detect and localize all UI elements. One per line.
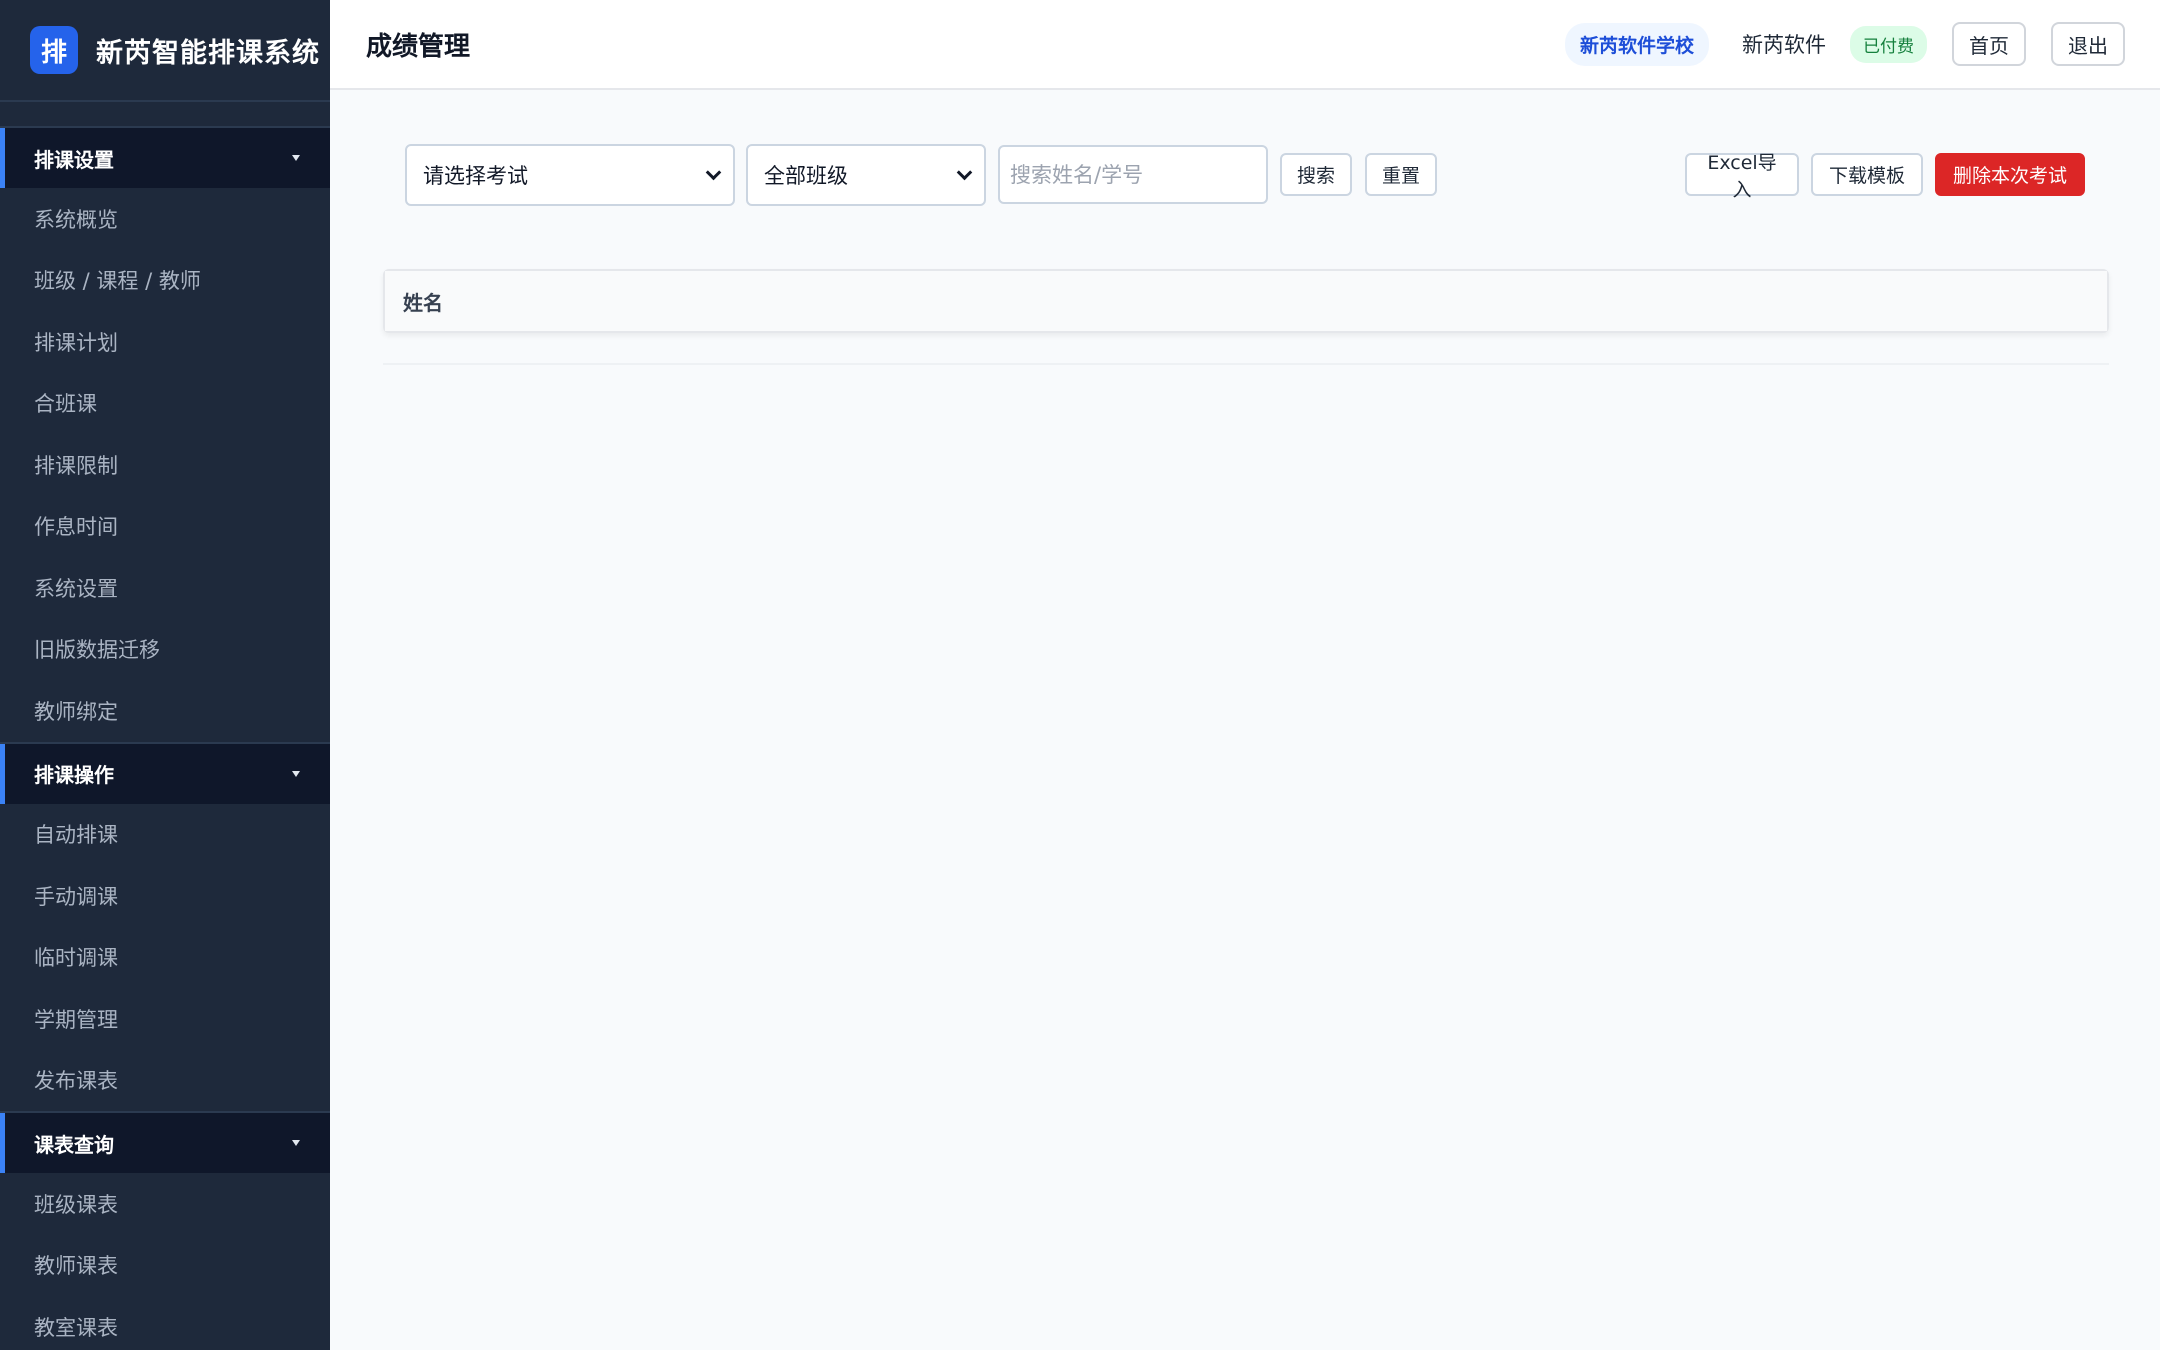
sidebar-item-class-course-teacher[interactable]: 班级 / 课程 / 教师 [0, 250, 330, 312]
nav-header-settings[interactable]: 排课设置 [0, 128, 330, 188]
chevron-down-icon [705, 164, 722, 180]
status-badge: 已付费 [1850, 25, 1927, 63]
sidebar-item-publish[interactable]: 发布课表 [0, 1050, 330, 1112]
sidebar-item-schedule-plan[interactable]: 排课计划 [0, 311, 330, 373]
caret-down-icon [292, 155, 300, 161]
sidebar: 排 新芮智能排课系统 排课设置 系统概览 班级 / 课程 / 教师 排课计划 合… [0, 0, 330, 1350]
toolbar: 请选择考试 全部班级 搜索 重置 Excel导入 下载模板 删除本次考试 [405, 144, 2085, 206]
main-content: 请选择考试 全部班级 搜索 重置 Excel导入 下载模板 删除本次考试 姓名 [330, 91, 2160, 1350]
search-button[interactable]: 搜索 [1280, 153, 1352, 196]
brand-name: 新芮智能排课系统 [96, 37, 320, 69]
topbar: 成绩管理 新芮软件学校 新芮软件 已付费 首页 退出 [330, 0, 2160, 90]
sidebar-item-room-timetable[interactable]: 教室课表 [0, 1296, 330, 1350]
sidebar-item-teacher-timetable[interactable]: 教师课表 [0, 1235, 330, 1297]
delete-exam-button[interactable]: 删除本次考试 [1935, 153, 2085, 196]
table-divider [383, 363, 2109, 365]
school-badge: 新芮软件学校 [1564, 22, 1709, 66]
sidebar-item-constraints[interactable]: 排课限制 [0, 434, 330, 496]
download-template-button[interactable]: 下载模板 [1811, 153, 1923, 196]
sidebar-item-combined-class[interactable]: 合班课 [0, 373, 330, 435]
column-header-name: 姓名 [403, 290, 443, 315]
sidebar-item-manual-adjust[interactable]: 手动调课 [0, 865, 330, 927]
table-header: 姓名 [385, 271, 2107, 331]
exam-select-value: 请选择考试 [423, 164, 528, 188]
nav-section-settings: 排课设置 系统概览 班级 / 课程 / 教师 排课计划 合班课 排课限制 作息时… [0, 126, 330, 742]
sidebar-item-timetable[interactable]: 作息时间 [0, 496, 330, 558]
scores-table: 姓名 [383, 269, 2109, 333]
sidebar-item-teacher-binding[interactable]: 教师绑定 [0, 680, 330, 742]
reset-button[interactable]: 重置 [1365, 153, 1437, 196]
sidebar-item-class-timetable[interactable]: 班级课表 [0, 1173, 330, 1235]
brand-logo: 排 [30, 26, 78, 74]
nav-section-operations: 排课操作 自动排课 手动调课 临时调课 学期管理 发布课表 [0, 741, 330, 1112]
sidebar-item-system-settings[interactable]: 系统设置 [0, 557, 330, 619]
sidebar-item-temp-adjust[interactable]: 临时调课 [0, 927, 330, 989]
nav-section-query: 课表查询 班级课表 教师课表 教室课表 [0, 1111, 330, 1350]
excel-import-button[interactable]: Excel导入 [1685, 152, 1799, 201]
sidebar-item-overview[interactable]: 系统概览 [0, 188, 330, 250]
caret-down-icon [292, 770, 300, 777]
nav-header-query[interactable]: 课表查询 [0, 1113, 330, 1173]
class-select-value: 全部班级 [764, 164, 848, 188]
caret-down-icon [292, 1140, 300, 1146]
exam-select[interactable]: 请选择考试 [405, 144, 735, 206]
chevron-down-icon [956, 164, 973, 180]
brand: 排 新芮智能排课系统 [0, 0, 330, 102]
topbar-right: 新芮软件学校 新芮软件 已付费 首页 退出 [1564, 22, 2125, 66]
home-button[interactable]: 首页 [1952, 22, 2026, 66]
nav-header-label: 排课设置 [34, 147, 114, 172]
sidebar-item-data-migration[interactable]: 旧版数据迁移 [0, 619, 330, 681]
sidebar-item-auto-schedule[interactable]: 自动排课 [0, 804, 330, 866]
search-input[interactable] [998, 145, 1268, 204]
class-select[interactable]: 全部班级 [746, 144, 986, 206]
user-name: 新芮软件 [1742, 33, 1826, 57]
nav-header-label: 排课操作 [34, 763, 114, 787]
page-title: 成绩管理 [366, 31, 471, 62]
nav-header-label: 课表查询 [34, 1132, 114, 1157]
sidebar-item-semester[interactable]: 学期管理 [0, 988, 330, 1050]
nav-header-operations[interactable]: 排课操作 [0, 743, 330, 804]
logout-button[interactable]: 退出 [2051, 22, 2125, 66]
